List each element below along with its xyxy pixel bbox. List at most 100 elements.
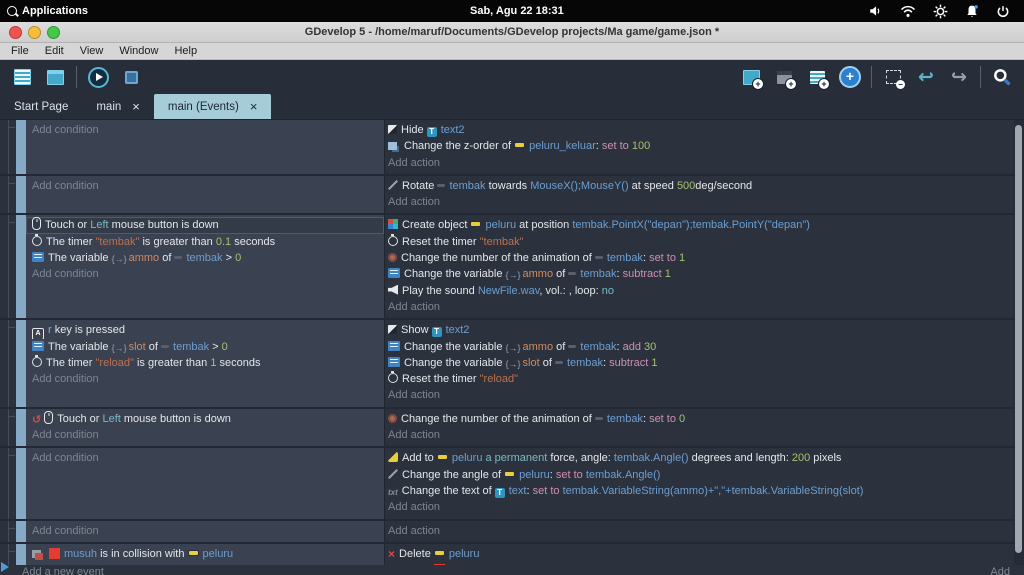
tab-start-page[interactable]: Start Page	[0, 94, 82, 119]
condition-row[interactable]: The variable {→} slot of tembak > 0	[26, 339, 384, 355]
minimize-button[interactable]	[28, 25, 41, 39]
close-tab-icon[interactable]: ×	[250, 100, 258, 113]
event-2: Add condition Rotate tembak towards Mouse…	[0, 175, 1024, 216]
add-circle-button[interactable]: +	[838, 64, 862, 90]
action-row[interactable]: Reset the timer "tembak"	[385, 233, 1024, 250]
condition-row[interactable]: Ar key is pressed	[26, 322, 384, 339]
add-condition-link[interactable]: Add condition	[26, 371, 384, 387]
object-icon	[554, 360, 563, 364]
preview-play-button[interactable]	[86, 64, 110, 90]
action-row[interactable]: Change the angle of peluru: set to temba…	[385, 467, 1024, 483]
event-handle[interactable]	[16, 520, 26, 542]
add-condition-link[interactable]: Add condition	[26, 266, 384, 282]
applications-menu[interactable]: Applications	[0, 5, 88, 17]
tab-bar: Start Page main × main (Events) ×	[0, 94, 1024, 119]
maximize-button[interactable]	[47, 25, 60, 39]
action-row[interactable]: Change the number of the animation of te…	[385, 250, 1024, 266]
add-action-link[interactable]: Add action	[385, 523, 1024, 539]
z-order-icon	[388, 142, 397, 151]
condition-row[interactable]: musuh is in collision with peluru	[26, 546, 384, 562]
action-row[interactable]: Hide Ttext2	[385, 122, 1024, 138]
add-action-link[interactable]: Add action	[385, 387, 1024, 403]
action-row[interactable]: txt Change the text of Ttext: set to temb…	[385, 483, 1024, 499]
events-scrollbar[interactable]	[1014, 120, 1024, 565]
menu-help[interactable]: Help	[166, 45, 205, 57]
add-condition-link[interactable]: Add condition	[26, 178, 384, 194]
menu-view[interactable]: View	[72, 45, 112, 57]
scene-editor-button[interactable]	[43, 64, 67, 90]
add-action-link[interactable]: Add action	[385, 155, 1024, 171]
event-8: musuh is in collision with peluruAdd con…	[0, 543, 1024, 565]
add-action-link[interactable]: Add action	[385, 499, 1024, 515]
add-condition-link[interactable]: Add condition	[26, 427, 384, 443]
add-action-link[interactable]: Add action	[385, 427, 1024, 443]
event-handle[interactable]	[16, 408, 26, 447]
action-row[interactable]: Change the variable {→} slot of tembak: s…	[385, 355, 1024, 371]
condition-row[interactable]: The timer "reload" is greater than 1 sec…	[26, 354, 384, 371]
add-action-link[interactable]: Add action	[385, 194, 1024, 210]
redo-button[interactable]: ↪	[947, 64, 971, 90]
search-button[interactable]	[990, 64, 1014, 90]
tab-main-events[interactable]: main (Events) ×	[153, 94, 272, 119]
wifi-icon[interactable]	[900, 5, 916, 18]
action-row[interactable]: Change the number of the animation of te…	[385, 411, 1024, 427]
add-link[interactable]: Add	[990, 566, 1010, 575]
event-handle[interactable]	[16, 543, 26, 565]
object-icon	[174, 256, 183, 260]
event-handle[interactable]	[16, 448, 26, 519]
event-handle[interactable]	[16, 320, 26, 407]
add-condition-link[interactable]: Add condition	[26, 122, 384, 138]
object-icon	[161, 344, 170, 348]
notifications-icon[interactable]	[965, 4, 979, 19]
volume-icon[interactable]	[868, 4, 883, 18]
action-row[interactable]: Change the variable {→} ammo of tembak: s…	[385, 266, 1024, 282]
close-button[interactable]	[9, 25, 22, 39]
animation-icon	[388, 253, 397, 263]
conditions-cell: Touch or Left mouse button is down The ti…	[26, 215, 385, 319]
undo-button[interactable]: ↩	[914, 64, 938, 90]
add-condition-link[interactable]: Add condition	[26, 523, 384, 539]
add-condition-link[interactable]: Add condition	[26, 450, 384, 466]
menu-window[interactable]: Window	[111, 45, 166, 57]
event-tree-gutter	[0, 320, 16, 408]
event-handle[interactable]	[16, 120, 26, 174]
add-action-link[interactable]: Add action	[385, 299, 1024, 315]
brightness-icon[interactable]	[933, 4, 948, 19]
clock[interactable]: Sab, Agu 22 18:31	[470, 0, 564, 22]
action-row[interactable]: Create object peluru at position tembak.…	[385, 217, 1024, 233]
action-row[interactable]: Play the sound NewFile.wav, vol.: , loop…	[385, 283, 1024, 299]
action-row[interactable]: Rotate tembak towards MouseX();MouseY() …	[385, 178, 1024, 194]
add-subevent-button[interactable]	[772, 64, 797, 90]
sound-icon	[388, 284, 398, 295]
tab-main[interactable]: main ×	[82, 94, 154, 119]
action-row[interactable]: Change the z-order of peluru_keluar: set…	[385, 138, 1024, 154]
action-row[interactable]: Change the variable {→} ammo of tembak: a…	[385, 339, 1024, 355]
scrollbar-thumb[interactable]	[1015, 125, 1022, 553]
condition-row[interactable]: Touch or Left mouse button is down	[26, 217, 384, 234]
variable-braces-icon: {→}	[111, 342, 127, 353]
events-list: Add condition Hide Ttext2 Change the z-ord…	[0, 120, 1024, 565]
menu-edit[interactable]: Edit	[37, 45, 72, 57]
condition-row[interactable]: The timer "tembak" is greater than 0.1 s…	[26, 233, 384, 250]
menu-file[interactable]: File	[3, 45, 37, 57]
event-handle[interactable]	[16, 215, 26, 319]
actions-cell: Add action	[385, 521, 1024, 542]
timer-icon	[388, 233, 398, 246]
power-icon[interactable]	[996, 4, 1010, 19]
close-tab-icon[interactable]: ×	[132, 100, 140, 113]
window-controls	[0, 25, 60, 39]
add-event-button[interactable]	[739, 64, 764, 90]
condition-row[interactable]: ↺ Touch or Left mouse button is down	[26, 410, 384, 427]
condition-row[interactable]: The variable {→} ammo of tembak > 0	[26, 250, 384, 266]
add-comment-button[interactable]	[805, 64, 830, 90]
debug-button[interactable]	[119, 64, 143, 90]
project-manager-button[interactable]	[10, 64, 34, 90]
applications-label: Applications	[22, 5, 89, 17]
select-box-button[interactable]	[881, 64, 905, 90]
action-row[interactable]: Show Ttext2	[385, 322, 1024, 338]
action-row[interactable]: Add to peluru a permanent force, angle: …	[385, 450, 1024, 466]
action-row[interactable]: × Delete peluru	[385, 546, 1024, 562]
add-new-event-link[interactable]: Add a new event	[22, 566, 104, 575]
event-handle[interactable]	[16, 175, 26, 214]
action-row[interactable]: Reset the timer "reload"	[385, 371, 1024, 387]
